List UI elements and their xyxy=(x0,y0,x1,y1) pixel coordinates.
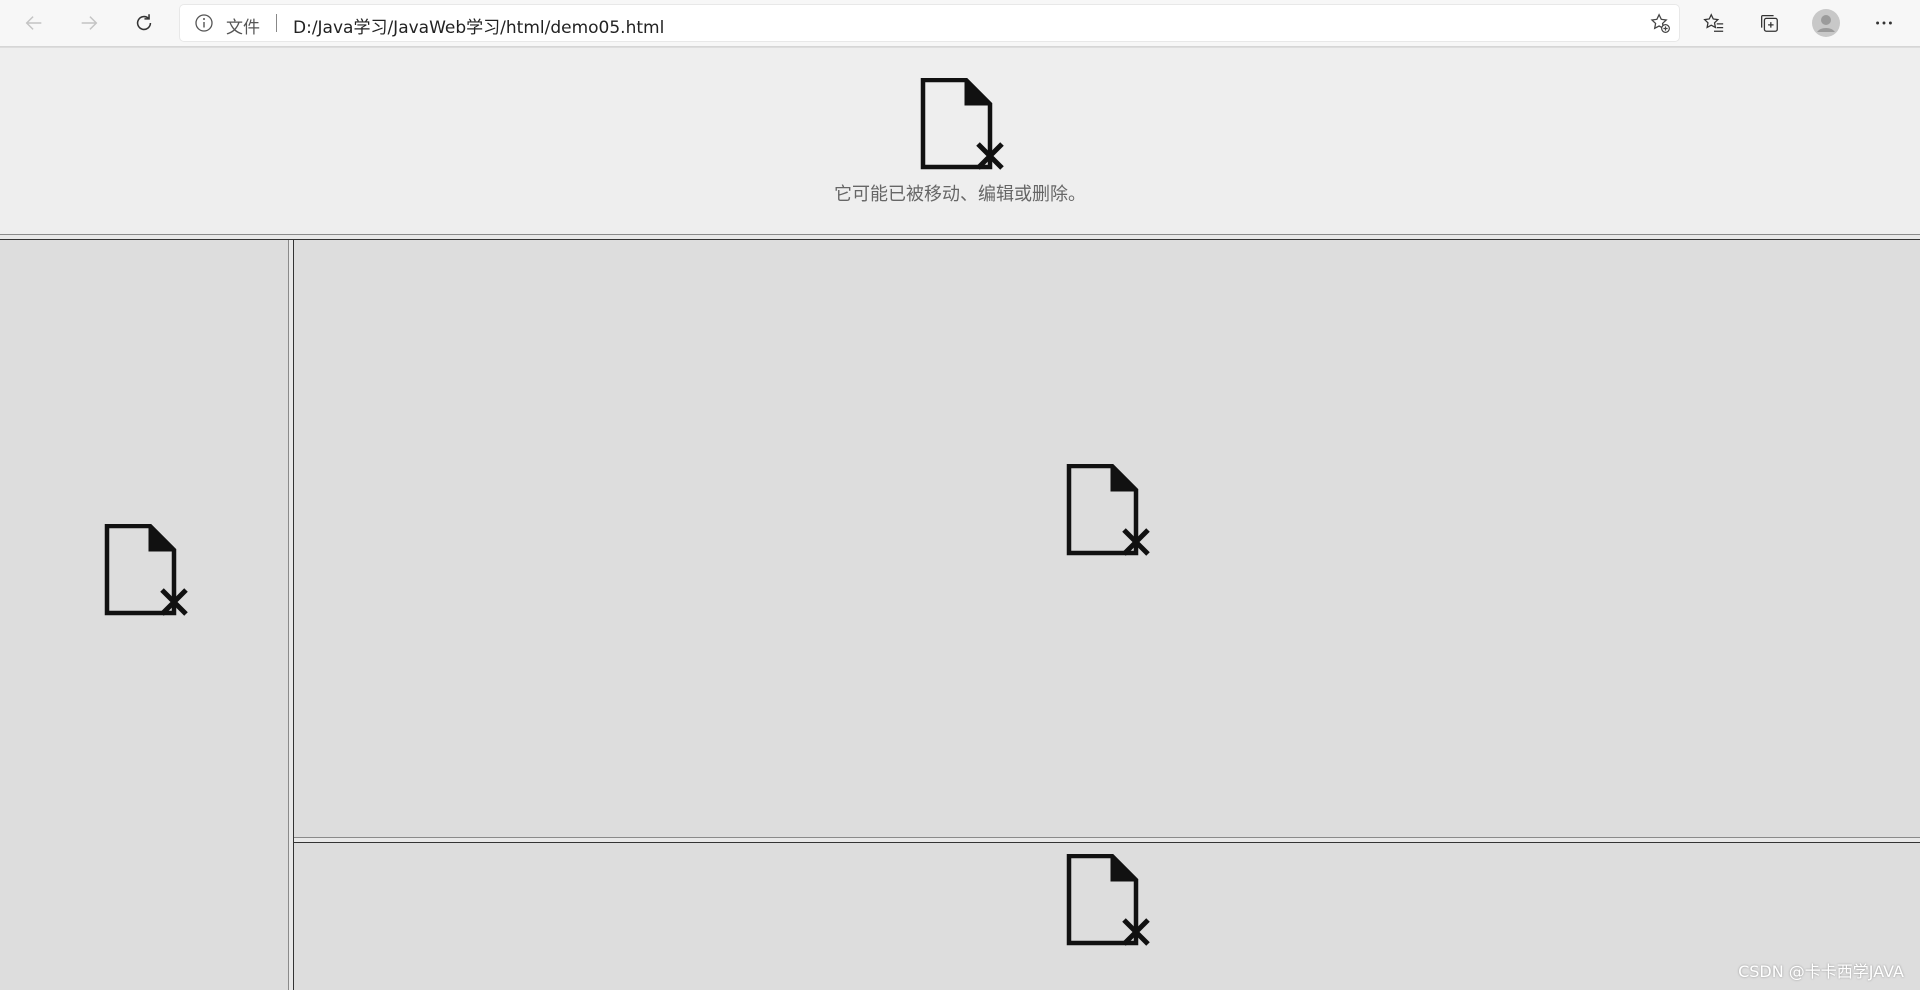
top-frame: 它可能已被移动、编辑或删除。 xyxy=(0,48,1920,234)
favorites-button[interactable] xyxy=(1696,5,1732,41)
settings-more-button[interactable] xyxy=(1866,5,1902,41)
profile-avatar-icon xyxy=(1812,9,1840,37)
collections-button[interactable] xyxy=(1751,5,1787,41)
forward-button[interactable] xyxy=(71,5,107,41)
error-message: 它可能已被移动、编辑或删除。 xyxy=(834,184,1086,205)
file-missing-icon xyxy=(1066,464,1152,556)
favorites-list-icon xyxy=(1703,13,1724,32)
info-icon[interactable] xyxy=(194,13,214,33)
star-add-icon[interactable] xyxy=(1649,12,1671,34)
browser-toolbar: 文件 D:/Java学习/JavaWeb学习/html/demo05.html xyxy=(0,0,1920,47)
arrow-left-icon xyxy=(25,16,42,30)
url-text[interactable]: D:/Java学习/JavaWeb学习/html/demo05.html xyxy=(293,13,664,38)
refresh-icon xyxy=(136,14,152,31)
file-missing-icon xyxy=(920,78,1006,170)
collections-icon xyxy=(1761,15,1778,32)
profile-button[interactable] xyxy=(1808,5,1844,41)
more-icon xyxy=(1876,21,1892,25)
address-bar[interactable]: 文件 D:/Java学习/JavaWeb学习/html/demo05.html xyxy=(180,5,1679,41)
file-missing-icon xyxy=(104,524,190,616)
file-missing-icon xyxy=(1066,854,1152,946)
watermark: CSDN @卡卡西学JAVA xyxy=(1738,962,1904,981)
left-frame xyxy=(0,240,288,990)
refresh-button[interactable] xyxy=(126,5,162,41)
back-button[interactable] xyxy=(16,5,52,41)
main-frame xyxy=(294,240,1920,837)
address-security-label: 文件 xyxy=(226,18,260,38)
address-divider xyxy=(276,14,277,32)
bottom-frame xyxy=(294,843,1920,990)
arrow-right-icon xyxy=(81,16,98,30)
